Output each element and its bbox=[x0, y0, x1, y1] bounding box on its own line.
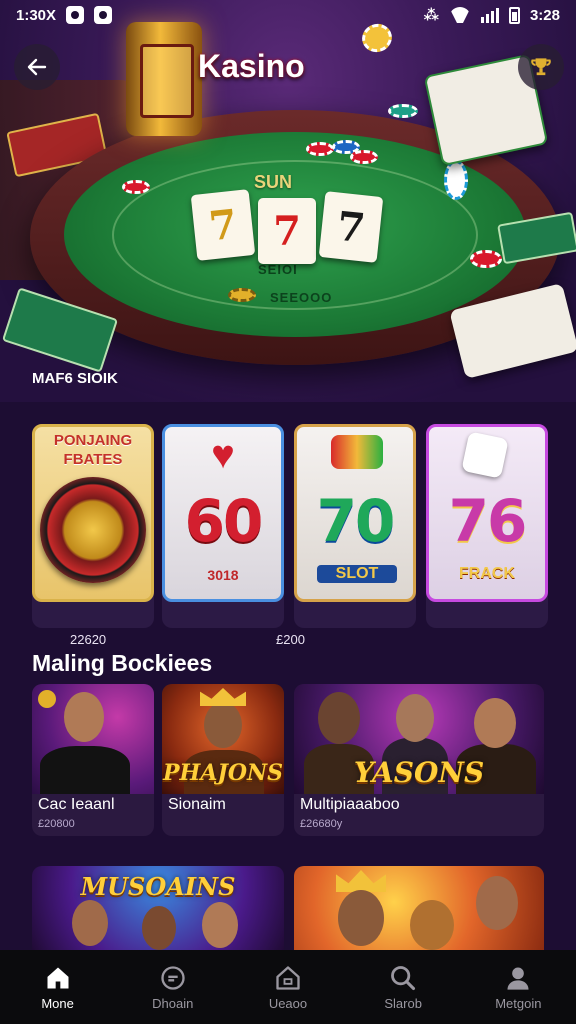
arrow-left-icon bbox=[27, 58, 47, 76]
vibrate-icon: ⁂ bbox=[423, 7, 439, 24]
chat-bubble-icon bbox=[161, 965, 185, 990]
tile-price: £200 bbox=[276, 632, 305, 647]
tile-label: 3018 bbox=[207, 567, 239, 583]
roulette-wheel-icon bbox=[40, 477, 146, 583]
notification-icon bbox=[94, 6, 113, 24]
game-card[interactable]: MUSOAINS bbox=[32, 866, 284, 956]
game-card[interactable]: Cac Ieaanl £20800 bbox=[32, 684, 154, 836]
coin-icon bbox=[38, 690, 56, 708]
nav-label: Dhoain bbox=[152, 995, 194, 1011]
tile-label: FRACK bbox=[459, 565, 515, 582]
dealer-figure bbox=[40, 746, 130, 794]
trophy-button[interactable] bbox=[518, 44, 564, 90]
house-outline-icon bbox=[276, 965, 300, 990]
game-name: Sionaim bbox=[168, 796, 226, 813]
featured-tile[interactable]: ♥ 60 3018 bbox=[162, 424, 284, 628]
featured-tile[interactable]: 76 FRACK bbox=[426, 424, 548, 628]
search-icon bbox=[391, 965, 416, 990]
featured-tile[interactable]: 70 SLOT £200 bbox=[276, 424, 416, 647]
art-title: PHAJONS bbox=[163, 760, 283, 786]
playing-card: 7 bbox=[318, 191, 384, 263]
felt-subtitle: SEIOI bbox=[258, 262, 298, 277]
tile-price: 22620 bbox=[70, 632, 107, 647]
notification-icon bbox=[66, 6, 85, 24]
poker-chip bbox=[444, 160, 468, 200]
game-card[interactable]: PHAJONS Sionaim bbox=[162, 684, 284, 836]
nav-search[interactable]: Slarob bbox=[348, 964, 458, 1011]
status-time-left: 1:30X bbox=[16, 6, 57, 24]
crown-icon bbox=[200, 688, 246, 706]
nav-label: Metgoin bbox=[495, 995, 542, 1011]
nav-home[interactable]: Mone bbox=[3, 964, 113, 1011]
poker-chip bbox=[350, 150, 378, 164]
tile-label: SLOT bbox=[317, 565, 397, 583]
game-name: Multipiaaaboo bbox=[300, 796, 400, 813]
tile-number: 76 bbox=[448, 487, 528, 555]
art-title: MUSOAINS bbox=[80, 872, 236, 901]
home-icon bbox=[47, 967, 69, 988]
nav-label: Slarob bbox=[384, 995, 422, 1011]
tile-number: 70 bbox=[316, 487, 396, 555]
poker-chip bbox=[470, 250, 502, 268]
bottom-navigation: Mone Dhoain Ueaoo Slarob Metgoin bbox=[0, 950, 576, 1024]
crown-icon bbox=[336, 870, 386, 892]
status-bar: 1:30X ⁂ 3:28 bbox=[0, 0, 576, 30]
game-price: £26680y bbox=[300, 818, 343, 830]
game-card[interactable] bbox=[294, 866, 544, 956]
golden-lantern bbox=[126, 22, 202, 136]
signal-icon bbox=[480, 7, 499, 23]
nav-ueaoo[interactable]: Ueaoo bbox=[233, 964, 343, 1011]
game-card[interactable]: YASONS Multipiaaaboo £26680y bbox=[294, 684, 544, 836]
poker-chip bbox=[306, 142, 334, 156]
nav-profile[interactable]: Metgoin bbox=[463, 964, 573, 1011]
heart-icon: ♥ bbox=[211, 433, 235, 477]
trophy-icon bbox=[531, 58, 551, 76]
game-price: £20800 bbox=[38, 818, 75, 830]
wifi-icon bbox=[449, 7, 471, 23]
poker-chip bbox=[228, 288, 256, 302]
back-button[interactable] bbox=[14, 44, 60, 90]
hero-title: Kasino bbox=[198, 48, 305, 84]
hero-caption: MAF6 SIOIK bbox=[32, 370, 118, 387]
poker-chip bbox=[122, 180, 150, 194]
playing-card: 7 bbox=[190, 189, 256, 261]
battery-icon bbox=[508, 6, 520, 24]
nav-label: Mone bbox=[41, 995, 74, 1011]
section-title: Maling Bockiees bbox=[32, 650, 213, 676]
game-name: Cac Ieaanl bbox=[38, 796, 115, 813]
profile-icon bbox=[507, 967, 529, 990]
nav-dhoain[interactable]: Dhoain bbox=[118, 964, 228, 1011]
felt-subtitle-2: SEEOOO bbox=[270, 290, 333, 305]
featured-tile[interactable]: PONJAING FBATES 22620 bbox=[32, 424, 154, 647]
felt-title: SUN bbox=[254, 172, 293, 192]
hero-banner: SUN SEIOI SEEOOO 7 7 7 Kasino MAF6 SIOIK bbox=[0, 0, 576, 402]
bell-icon bbox=[331, 435, 383, 469]
playing-card: 7 bbox=[258, 198, 316, 264]
tile-number: 60 bbox=[184, 487, 264, 555]
poker-chip bbox=[388, 104, 418, 118]
status-time-right: 3:28 bbox=[529, 6, 560, 24]
dice-icon bbox=[461, 431, 509, 479]
tile-header: PONJAING FBATES bbox=[53, 432, 133, 468]
art-title: YASONS bbox=[353, 756, 485, 789]
nav-label: Ueaoo bbox=[268, 995, 308, 1011]
featured-games: PONJAING FBATES 22620 ♥ 60 3018 70 SLOT … bbox=[0, 402, 576, 647]
